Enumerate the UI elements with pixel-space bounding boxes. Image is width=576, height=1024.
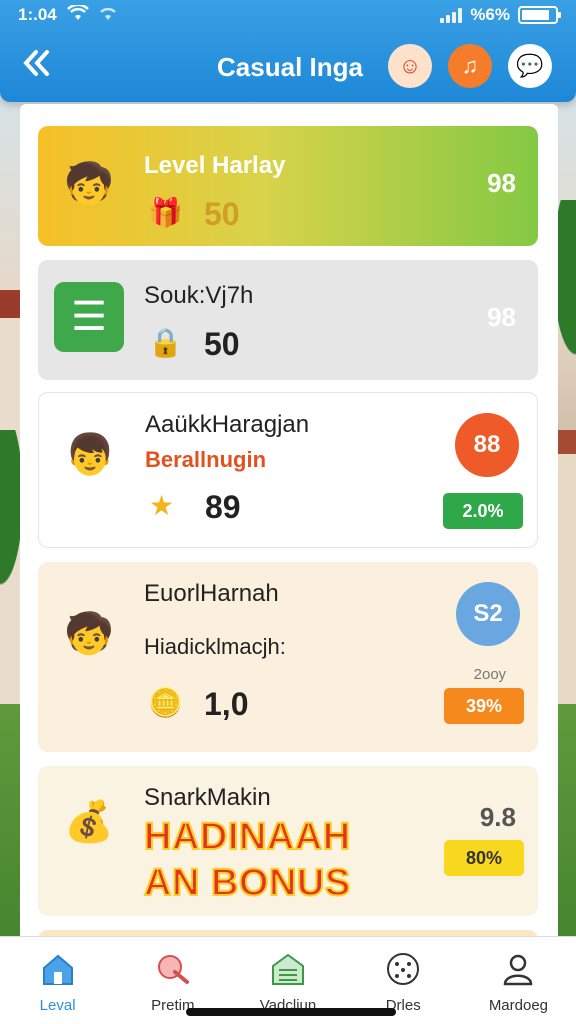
garage-icon	[268, 949, 308, 989]
home-indicator[interactable]	[186, 1008, 396, 1016]
gold-coins-icon: 💰	[64, 799, 114, 844]
gift-box-icon: 🎁	[148, 197, 183, 228]
percent-badge: 2.0%	[443, 493, 523, 529]
percent-badge: 39%	[444, 688, 524, 724]
boy-reading-icon: 👦	[65, 432, 115, 477]
level-title: SnarkMakin	[144, 784, 271, 811]
home-icon	[38, 949, 78, 989]
level-title: Level Harlay	[144, 152, 286, 179]
chat-button[interactable]: 💬	[508, 44, 552, 88]
level-title: Souk:Vj7h	[144, 282, 254, 309]
dice-face-icon	[383, 949, 423, 989]
music-note-icon: ♫	[461, 53, 479, 78]
level-badge: 88	[455, 413, 519, 477]
level-list-panel: 🧒 Level Harlay 🎁 50 98 ☰ Souk:Vj7h 🔒 50 …	[20, 104, 558, 984]
notepad-icon: ☰	[54, 282, 124, 352]
double-chevron-left-icon	[23, 50, 49, 76]
tab-label: Mardoeg	[488, 997, 549, 1014]
coin-stack-icon: 🪙	[148, 687, 183, 718]
level-title: EuorlHarnah	[144, 580, 279, 607]
level-value: 98	[487, 302, 516, 332]
lock-icon: 🔒	[148, 327, 183, 358]
bonus-line-2: AN BONUS	[143, 861, 351, 905]
level-score: 50	[204, 326, 240, 362]
level-badge: S2	[456, 582, 520, 646]
level-card[interactable]: 🧒 Level Harlay 🎁 50 98	[38, 126, 538, 246]
user-profile-icon	[498, 949, 538, 989]
level-score: 1,0	[204, 686, 249, 722]
music-button[interactable]: ♫	[448, 44, 492, 88]
wifi-icon-secondary	[97, 5, 119, 26]
tab-mardoeg[interactable]: Mardoeg	[461, 937, 576, 1024]
level-subtitle: Hiadicklmacjh:	[144, 634, 286, 659]
wifi-icon	[66, 3, 89, 26]
tab-leval[interactable]: Leval	[0, 937, 115, 1024]
level-card[interactable]: 💰 SnarkMakin HADINAAH AN BONUS 9.8 80%	[38, 766, 538, 916]
level-score: 89	[205, 489, 241, 525]
level-subtitle: Berallnugin	[145, 447, 267, 472]
level-card[interactable]: 👦 AaükkHaragjan Berallnugin ★ 89 88 2.0%	[38, 392, 538, 548]
level-value: 9.8	[479, 802, 516, 832]
back-button[interactable]	[20, 46, 60, 86]
signal-icon	[440, 7, 463, 23]
percent-badge: 80%	[444, 840, 524, 876]
pill-icon	[153, 949, 193, 989]
status-time: 1:.04	[18, 5, 57, 24]
level-note: 2oоу	[473, 666, 506, 683]
avatar-button[interactable]: ☺	[388, 44, 432, 88]
battery-percent: %6%	[470, 5, 510, 24]
star-icon: ★	[149, 490, 175, 521]
level-title: AaükkHaragjan	[145, 411, 310, 438]
level-score: 50	[204, 196, 240, 232]
page-title: Casual Inga	[217, 52, 363, 82]
child-icon: 🧒	[64, 611, 114, 656]
tab-label: Leval	[39, 997, 76, 1014]
status-bar: 1:.04 %6%	[18, 3, 561, 26]
avatar-icon: ☺	[398, 53, 422, 78]
hero-character-icon: 🧒	[64, 161, 114, 206]
level-card[interactable]: 🧒 EuorlHarnah Hiadicklmacjh: 🪙 1,0 S2 2o…	[38, 562, 538, 752]
battery-icon	[518, 6, 561, 24]
app-header: 1:.04 %6% Casual Inga ☺ ♫ 💬	[0, 0, 576, 102]
bonus-line-1: HADINAAH	[143, 815, 351, 859]
level-value: 98	[487, 168, 516, 198]
level-card[interactable]: ☰ Souk:Vj7h 🔒 50 98	[38, 260, 538, 380]
chat-bubble-icon: 💬	[516, 53, 544, 78]
